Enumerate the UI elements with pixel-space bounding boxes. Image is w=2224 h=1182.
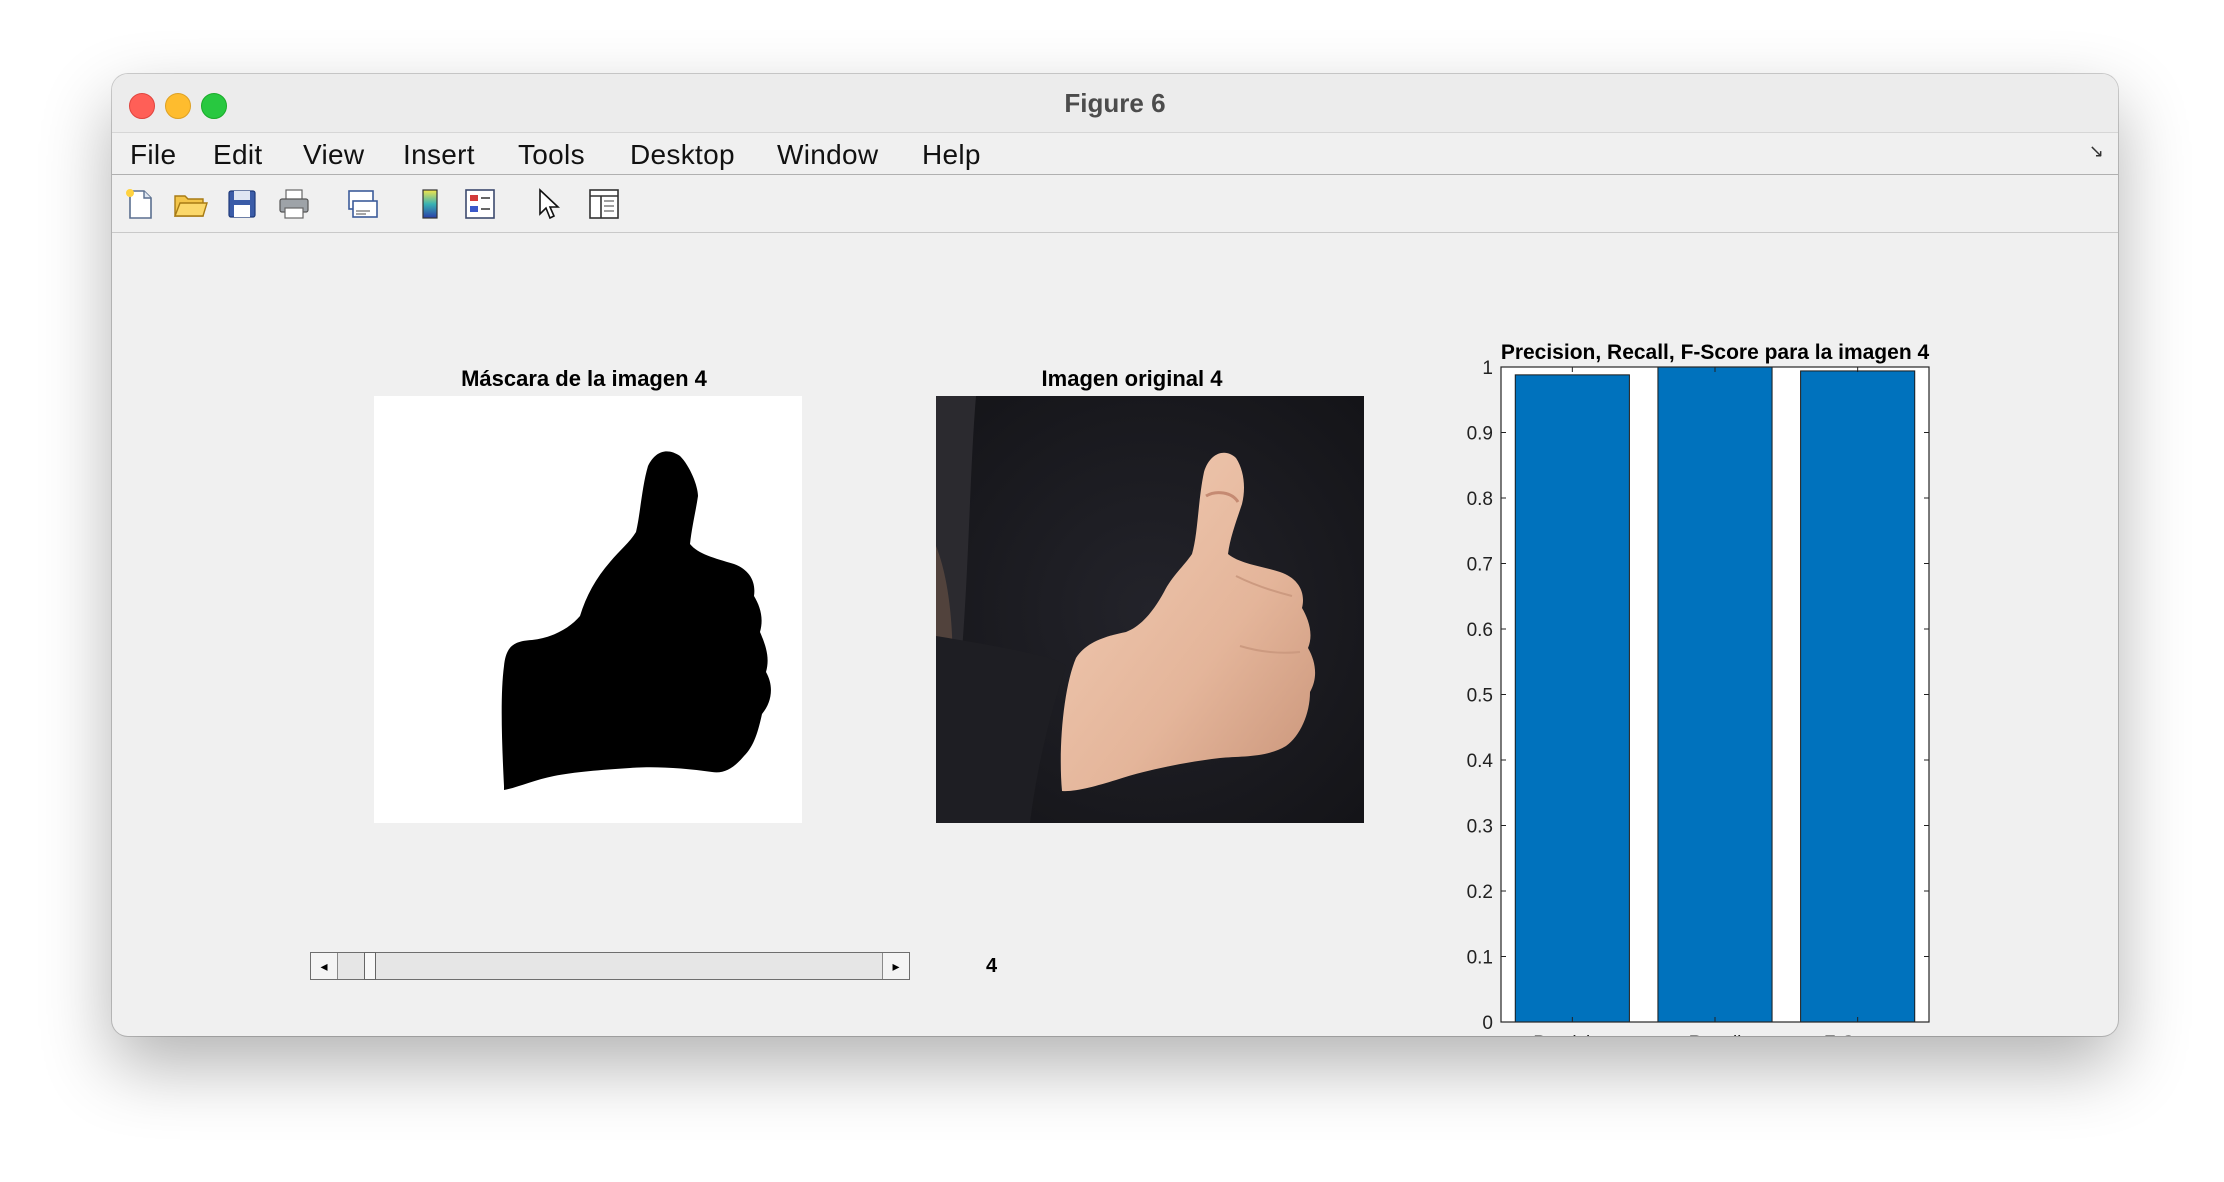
open-folder-icon[interactable] — [172, 186, 208, 222]
bar-f-score — [1800, 370, 1916, 1023]
menu-view[interactable]: View — [303, 139, 364, 171]
menu-divider — [112, 174, 1002, 175]
x-tick-label-recall: Recall — [1689, 1033, 1742, 1036]
figure-canvas: Máscara de la imagen 4 Imagen original 4 — [112, 233, 2118, 1036]
menu-divider-right — [1002, 174, 2118, 175]
menu-window[interactable]: Window — [777, 139, 878, 171]
window-title: Figure 6 — [1064, 88, 1166, 118]
bar-precision — [1514, 374, 1630, 1023]
insert-colorbar-icon[interactable] — [412, 186, 448, 222]
link-plot-icon[interactable] — [344, 186, 380, 222]
toolbar — [112, 176, 2118, 233]
new-figure-icon[interactable] — [122, 186, 158, 222]
menu-edit[interactable]: Edit — [213, 139, 262, 171]
bar-recall — [1657, 366, 1773, 1023]
edit-plot-arrow-icon[interactable] — [530, 186, 566, 222]
y-tick-label: 0 — [1482, 1013, 1493, 1034]
y-tick-label: 0.7 — [1467, 555, 1493, 576]
y-tick-label: 1 — [1482, 358, 1493, 379]
y-tick-label: 0.9 — [1467, 424, 1493, 445]
y-tick-label: 0.3 — [1467, 817, 1493, 838]
x-tick-label-precision: Precision — [1533, 1033, 1611, 1036]
y-tick-label: 0.2 — [1467, 882, 1493, 903]
bar-chart: Precision, Recall, F-Score para la image… — [1467, 341, 1930, 1036]
title-bar: Figure 6 — [112, 74, 2118, 133]
y-tick-label: 0.8 — [1467, 489, 1493, 510]
save-icon[interactable] — [224, 186, 260, 222]
chart-title: Precision, Recall, F-Score para la image… — [1501, 341, 1930, 364]
menu-file[interactable]: File — [130, 139, 176, 171]
menu-bar: File Edit View Insert Tools Desktop Wind… — [112, 133, 2118, 175]
menu-help[interactable]: Help — [922, 139, 981, 171]
menu-desktop[interactable]: Desktop — [630, 139, 735, 171]
dock-arrow-icon[interactable]: ↘ — [2089, 141, 2104, 162]
figure-window: Figure 6 File Edit View Insert Tools Des… — [112, 74, 2118, 1036]
y-tick-label: 0.4 — [1467, 751, 1494, 772]
x-tick-label-f-score: F-Score — [1824, 1033, 1892, 1036]
y-tick-label: 0.5 — [1467, 686, 1493, 707]
property-inspector-icon[interactable] — [586, 186, 622, 222]
menu-insert[interactable]: Insert — [403, 139, 475, 171]
print-icon[interactable] — [276, 186, 312, 222]
insert-legend-icon[interactable] — [462, 186, 498, 222]
y-tick-label: 0.6 — [1467, 620, 1493, 641]
y-tick-label: 0.1 — [1467, 948, 1493, 969]
menu-tools[interactable]: Tools — [518, 139, 585, 171]
